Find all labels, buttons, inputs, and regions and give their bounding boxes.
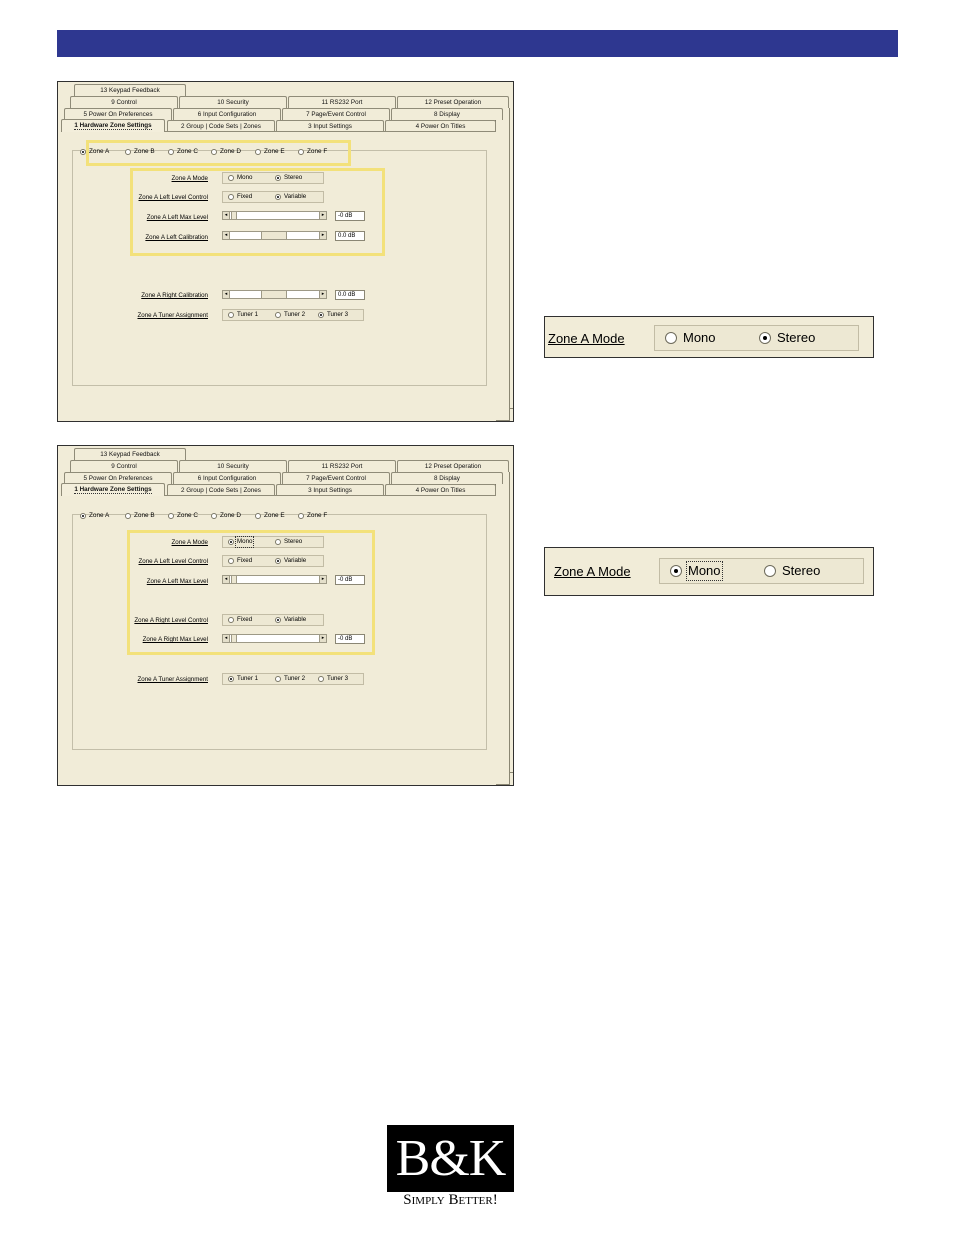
logo-mark: B&K (387, 1125, 514, 1192)
zone-f-radio[interactable]: Zone F (298, 512, 327, 520)
arrow-right-icon[interactable]: ▸ (319, 291, 326, 298)
zone-a-mode-label: Zone A Mode (554, 564, 631, 579)
tab-input-configuration[interactable]: 6 Input Configuration (173, 108, 281, 120)
zone-b-radio[interactable]: Zone B (125, 512, 155, 520)
zone-selector-highlight (86, 140, 351, 166)
mode-radio-group: Mono Stereo (654, 325, 859, 351)
zoom-mono-mode: Zone A Mode Mono Stereo (544, 547, 874, 596)
right-calibration-label: Zone A Right Calibration (141, 292, 208, 299)
tab-rs232-port[interactable]: 11 RS232 Port (288, 460, 396, 472)
tuner-radio-group: Tuner 1 Tuner 2 Tuner 3 (222, 673, 364, 685)
mono-radio[interactable]: Mono (670, 561, 723, 581)
screenshot-stereo-mode: 13 Keypad Feedback 9 Control 10 Security… (57, 81, 514, 422)
tuner-3-radio[interactable]: Tuner 3 (318, 311, 348, 319)
tab-page-event-control[interactable]: 7 Page/Event Control (282, 472, 390, 484)
tab-hardware-zone-settings[interactable]: 1 Hardware Zone Settings (61, 119, 165, 132)
tuner-1-radio[interactable]: Tuner 1 (228, 675, 258, 683)
zoom-stereo-mode: Zone A Mode Mono Stereo (544, 316, 874, 358)
tab-page-event-control[interactable]: 7 Page/Event Control (282, 108, 390, 120)
bk-logo: B&K Simply Better! (387, 1125, 514, 1208)
tab-control[interactable]: 9 Control (70, 460, 178, 472)
tab-hardware-zone-settings[interactable]: 1 Hardware Zone Settings (61, 483, 165, 496)
tuner-3-radio[interactable]: Tuner 3 (318, 675, 348, 683)
slider-thumb[interactable] (261, 291, 287, 298)
screenshot-mono-mode: 13 Keypad Feedback 9 Control 10 Security… (57, 445, 514, 786)
stereo-radio[interactable]: Stereo (759, 330, 815, 346)
zone-d-radio[interactable]: Zone D (211, 512, 241, 520)
right-calibration-value[interactable]: 0.0 dB (335, 290, 365, 300)
tuner-2-radio[interactable]: Tuner 2 (275, 675, 305, 683)
mode-radio-group: Mono Stereo (659, 558, 864, 584)
right-calibration-slider[interactable]: ◂ ▸ (222, 290, 327, 299)
tab-preset-operation[interactable]: 12 Preset Operation (397, 96, 509, 108)
zone-settings-highlight (130, 168, 385, 256)
arrow-left-icon[interactable]: ◂ (223, 291, 230, 298)
tab-display[interactable]: 8 Display (391, 472, 503, 484)
tab-preset-operation[interactable]: 12 Preset Operation (397, 460, 509, 472)
logo-tagline: Simply Better! (403, 1192, 498, 1208)
zone-e-radio[interactable]: Zone E (255, 512, 285, 520)
zone-c-radio[interactable]: Zone C (168, 512, 198, 520)
tuner-1-radio[interactable]: Tuner 1 (228, 311, 258, 319)
tab-keypad-feedback[interactable]: 13 Keypad Feedback (74, 448, 186, 460)
tab-security[interactable]: 10 Security (179, 96, 287, 108)
tuner-radio-group: Tuner 1 Tuner 2 Tuner 3 (222, 309, 364, 321)
tab-input-configuration[interactable]: 6 Input Configuration (173, 472, 281, 484)
tuner-assignment-label: Zone A Tuner Assignment (137, 312, 208, 319)
tab-display[interactable]: 8 Display (391, 108, 503, 120)
tuner-assignment-label: Zone A Tuner Assignment (137, 676, 208, 683)
zone-a-radio[interactable]: Zone A (80, 512, 109, 520)
header-bar (57, 30, 898, 57)
zone-a-mode-label: Zone A Mode (548, 331, 625, 346)
tab-rs232-port[interactable]: 11 RS232 Port (288, 96, 396, 108)
zone-settings-highlight (127, 530, 375, 655)
tuner-2-radio[interactable]: Tuner 2 (275, 311, 305, 319)
tab-keypad-feedback[interactable]: 13 Keypad Feedback (74, 84, 186, 96)
tab-control[interactable]: 9 Control (70, 96, 178, 108)
mono-radio[interactable]: Mono (665, 330, 716, 346)
tab-security[interactable]: 10 Security (179, 460, 287, 472)
stereo-radio[interactable]: Stereo (764, 563, 820, 579)
